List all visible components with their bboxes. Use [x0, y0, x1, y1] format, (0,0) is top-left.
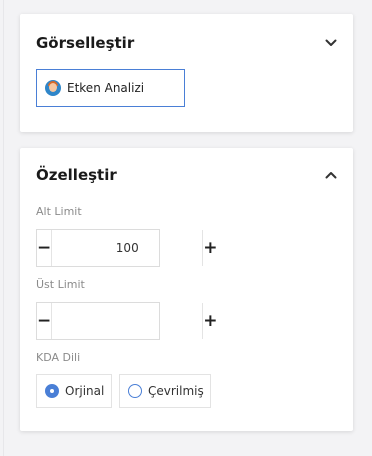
upper-limit-label: Üst Limit: [36, 278, 85, 291]
kda-language-options: Orjinal Çevrilmiş: [36, 374, 211, 408]
lower-limit-input[interactable]: [52, 230, 203, 266]
lower-limit-increment-button[interactable]: +: [202, 230, 218, 266]
upper-limit-input[interactable]: [52, 303, 203, 339]
radio-unchecked-icon: [128, 384, 142, 398]
radio-original-label: Orjinal: [65, 384, 105, 398]
lower-limit-stepper: − +: [36, 229, 218, 267]
customize-panel: Özelleştir Alt Limit − + Üst Limit − + K…: [20, 148, 353, 431]
visualize-panel: Görselleştir Etken Analizi: [20, 14, 353, 132]
left-divider: [3, 0, 4, 456]
lower-limit-label: Alt Limit: [36, 205, 82, 218]
upper-limit-decrement-button[interactable]: −: [37, 303, 53, 339]
visualize-panel-title: Görselleştir: [36, 34, 135, 52]
upper-limit-increment-button[interactable]: +: [202, 303, 218, 339]
customize-panel-title: Özelleştir: [36, 166, 117, 184]
upper-limit-stepper: − +: [36, 302, 218, 340]
kda-language-label: KDA Dili: [36, 351, 81, 364]
radio-translated-label: Çevrilmiş: [148, 384, 204, 398]
chevron-down-icon[interactable]: [325, 39, 337, 47]
radio-original[interactable]: Orjinal: [36, 374, 112, 408]
visualization-type-label: Etken Analizi: [67, 81, 145, 95]
visualization-type-select[interactable]: Etken Analizi: [36, 69, 185, 107]
person-avatar-icon: [45, 80, 61, 96]
lower-limit-decrement-button[interactable]: −: [37, 230, 53, 266]
radio-checked-icon: [45, 384, 59, 398]
chevron-up-icon[interactable]: [325, 171, 337, 179]
radio-translated[interactable]: Çevrilmiş: [119, 374, 211, 408]
